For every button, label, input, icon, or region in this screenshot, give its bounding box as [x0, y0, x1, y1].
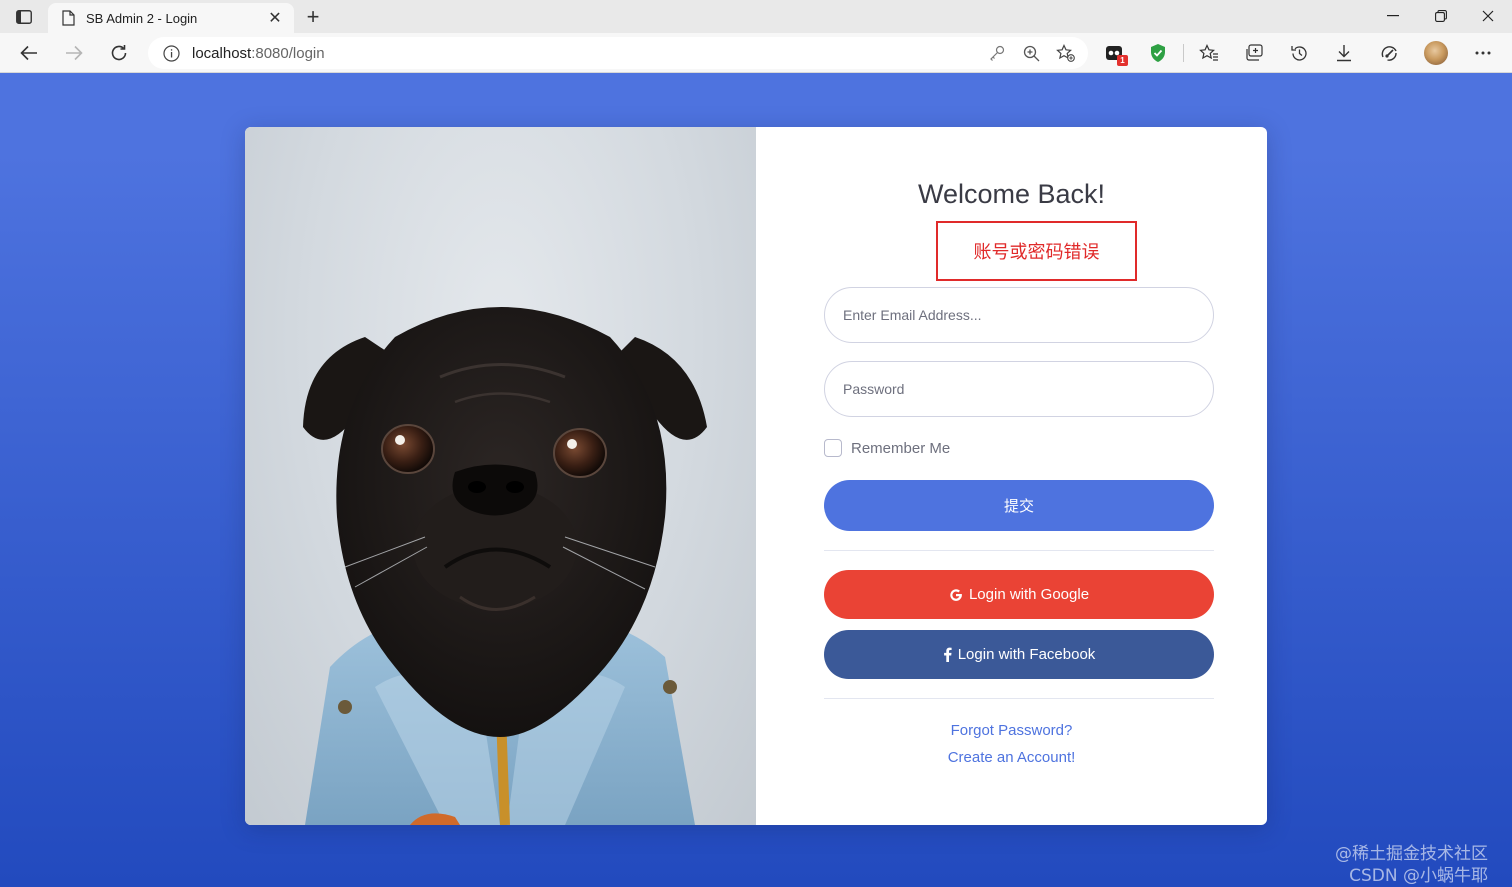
google-icon — [949, 588, 963, 602]
url-text[interactable]: localhost:8080/login — [192, 45, 980, 62]
info-icon[interactable] — [162, 44, 180, 62]
forward-arrow-icon[interactable] — [59, 39, 89, 67]
favorite-add-icon[interactable] — [1048, 39, 1082, 67]
collections-icon[interactable] — [1238, 39, 1270, 67]
forgot-password-link[interactable]: Forgot Password? — [756, 722, 1267, 739]
tab-panel-icon[interactable] — [10, 6, 38, 28]
facebook-icon — [943, 647, 952, 662]
pug-illustration — [303, 307, 707, 825]
favorites-icon[interactable] — [1193, 39, 1225, 67]
login-card: Welcome Back! 账号或密码错误 Enter Email Addres… — [245, 127, 1267, 825]
plus-icon[interactable]: + — [300, 4, 326, 29]
more-icon[interactable] — [1467, 39, 1499, 67]
create-account-link[interactable]: Create an Account! — [756, 749, 1267, 766]
submit-button[interactable]: 提交 — [824, 480, 1214, 531]
email-input[interactable]: Enter Email Address... — [824, 287, 1214, 343]
email-placeholder: Enter Email Address... — [843, 307, 982, 323]
page-icon — [60, 9, 76, 27]
divider — [824, 698, 1214, 699]
toolbar-divider — [1183, 44, 1184, 62]
login-image — [245, 127, 756, 825]
browser-tab[interactable]: SB Admin 2 - Login ✕ — [48, 3, 294, 33]
remember-checkbox[interactable] — [824, 439, 842, 457]
browser-tab-bar: SB Admin 2 - Login ✕ + — [0, 0, 1512, 33]
profile-picture — [1424, 41, 1448, 65]
restore-icon[interactable] — [1418, 2, 1464, 30]
download-icon[interactable] — [1328, 39, 1360, 67]
page-background: Welcome Back! 账号或密码错误 Enter Email Addres… — [0, 73, 1512, 887]
login-form: Welcome Back! 账号或密码错误 Enter Email Addres… — [756, 127, 1267, 825]
google-label: Login with Google — [968, 586, 1090, 603]
profile-avatar[interactable] — [1420, 39, 1452, 67]
tab-title: SB Admin 2 - Login — [86, 10, 198, 26]
page-title: Welcome Back! — [917, 179, 1106, 209]
password-input[interactable]: Password — [824, 361, 1214, 417]
password-placeholder: Password — [843, 381, 905, 397]
minimize-icon[interactable] — [1370, 2, 1416, 30]
remember-label: Remember Me — [851, 439, 951, 457]
watermark-line2: CSDN @小蜗牛耶 — [1349, 866, 1488, 886]
key-icon[interactable] — [980, 39, 1014, 67]
extension-icon[interactable]: 1 — [1098, 39, 1130, 67]
history-icon[interactable] — [1283, 39, 1315, 67]
close-icon[interactable]: ✕ — [264, 7, 286, 29]
divider — [824, 550, 1214, 551]
error-message: 账号或密码错误 — [936, 221, 1137, 281]
address-bar[interactable]: localhost:8080/login — [148, 37, 1088, 69]
back-arrow-icon[interactable] — [14, 39, 44, 67]
submit-label: 提交 — [1003, 498, 1034, 515]
performance-icon[interactable] — [1373, 39, 1405, 67]
zoom-icon[interactable] — [1014, 39, 1048, 67]
remember-me[interactable]: Remember Me — [824, 439, 950, 457]
facebook-login-button[interactable]: Login with Facebook — [824, 630, 1214, 679]
shield-icon[interactable] — [1142, 39, 1174, 67]
error-text: 账号或密码错误 — [973, 242, 1100, 262]
facebook-label: Login with Facebook — [957, 646, 1096, 663]
refresh-icon[interactable] — [104, 39, 134, 67]
browser-toolbar: localhost:8080/login 1 — [0, 33, 1512, 73]
google-login-button[interactable]: Login with Google — [824, 570, 1214, 619]
window-close-icon[interactable] — [1465, 2, 1511, 30]
extension-badge: 1 — [1117, 55, 1128, 66]
